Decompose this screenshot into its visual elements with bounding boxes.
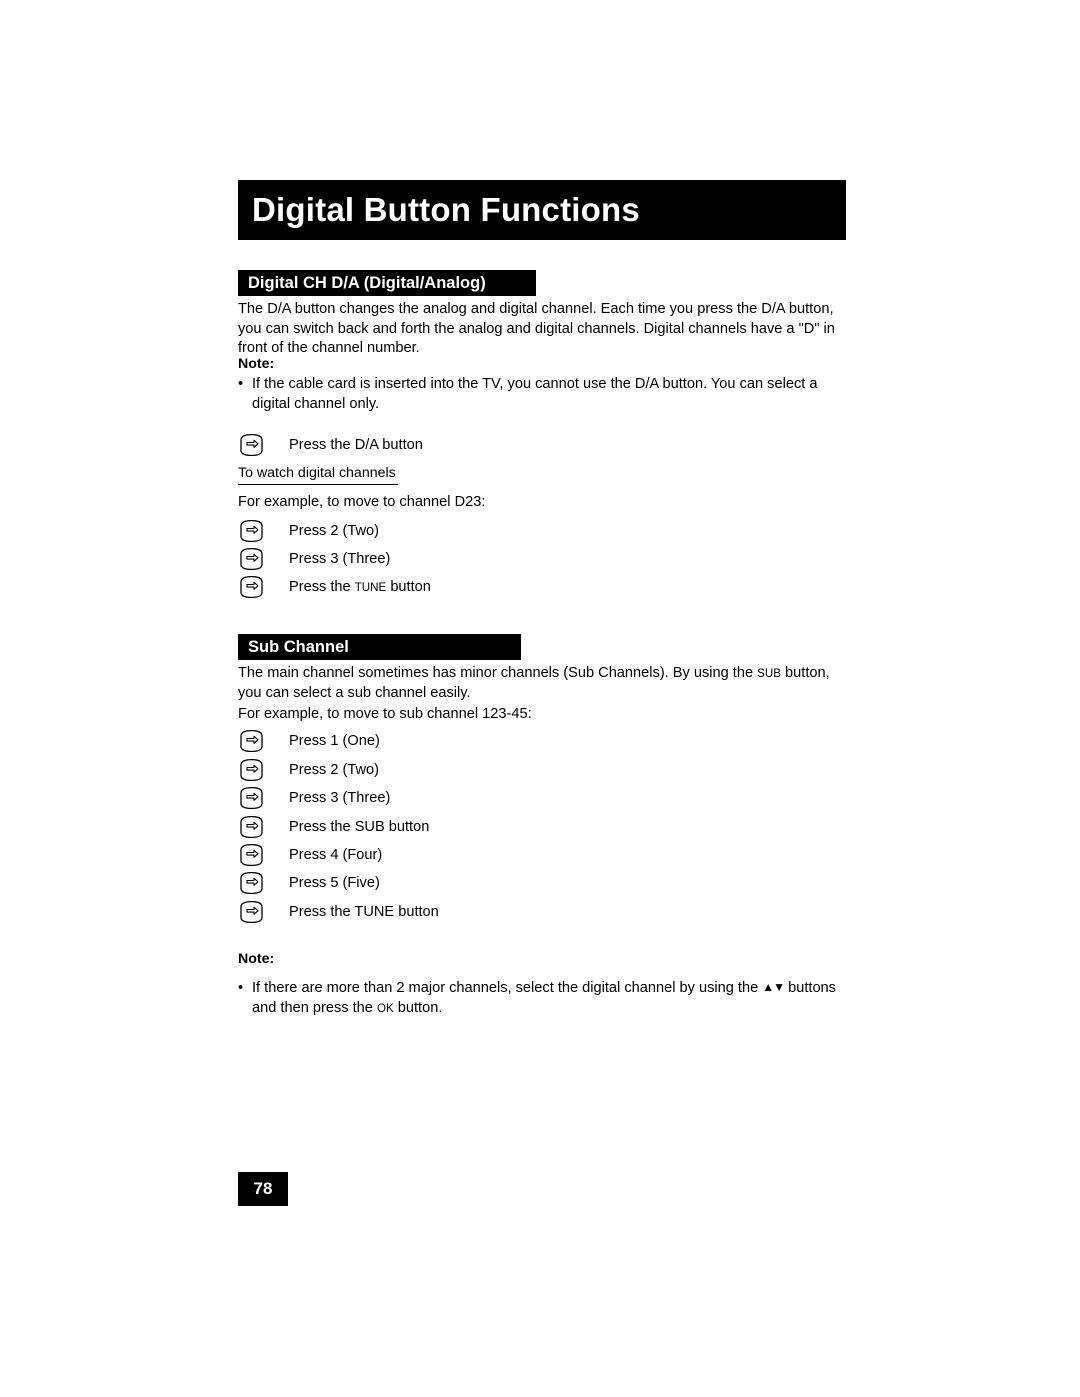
step-row-sub-button-label: Press the SUB button [289, 819, 430, 835]
bullet-dot-icon: • [238, 376, 244, 392]
to-watch-digital-channels-label: To watch digital channels [238, 465, 398, 485]
note-label-1: Note: [238, 356, 275, 372]
step-row-sub-tune: Press the TUNE button [238, 899, 439, 925]
note-bullet-2: • If there are more than 2 major channel… [238, 979, 858, 1018]
step-row-sub-tune-label: Press the TUNE button [289, 904, 439, 920]
note-label-2: Note: [238, 951, 275, 967]
step-row-tune: Press the TUNE button [238, 574, 431, 600]
sub-channel-paragraph-pre: The main channel sometimes has minor cha… [238, 665, 758, 681]
step-row-sub-4: Press 4 (Four) [238, 842, 382, 868]
digital-ch-paragraph: The D/A button changes the analog and di… [238, 301, 835, 356]
step-row-2: Press 2 (Two) [238, 518, 379, 544]
page-title-bar: Digital Button Functions [238, 180, 846, 240]
step-row-3-label: Press 3 (Three) [289, 551, 391, 567]
note-bullet-1-text: If the cable card is inserted into the T… [252, 376, 818, 412]
step-row-sub-button: Press the SUB button [238, 814, 429, 840]
note-bullet-2-text: If there are more than 2 major channels,… [252, 979, 858, 1018]
note-bullet-1: • If the cable card is inserted into the… [238, 375, 838, 414]
example-text-2: For example, to move to sub channel 123-… [238, 706, 532, 722]
bullet-dot-icon: • [238, 980, 244, 996]
remote-key-icon [238, 433, 265, 457]
up-down-arrow-icon: ▲▼ [762, 980, 785, 994]
step-row-da-label: Press the D/A button [289, 437, 423, 453]
step-row-da: Press the D/A button [238, 432, 423, 458]
page-number: 78 [238, 1172, 288, 1206]
step-row-sub-2-label: Press 2 (Two) [289, 762, 380, 778]
step-row-tune-smallcap: TUNE [354, 581, 387, 594]
remote-key-icon [238, 786, 265, 810]
step-row-3: Press 3 (Three) [238, 546, 390, 572]
step-row-sub-4-label: Press 4 (Four) [289, 847, 383, 863]
step-row-tune-label: Press the TUNE button [289, 579, 431, 595]
sub-channel-paragraph: The main channel sometimes has minor cha… [238, 664, 838, 703]
step-row-sub-1-label: Press 1 (One) [289, 733, 380, 749]
step-row-sub-3-label: Press 3 (Three) [289, 790, 391, 806]
section-heading-digital-ch: Digital CH D/A (Digital/Analog) [238, 270, 536, 296]
step-row-sub-5: Press 5 (Five) [238, 870, 380, 896]
step-row-sub-3: Press 3 (Three) [238, 785, 390, 811]
remote-key-icon [238, 815, 265, 839]
step-row-tune-pre: Press the [289, 579, 355, 595]
step-row-sub-2: Press 2 (Two) [238, 757, 379, 783]
note-bullet-2-pre: If there are more than 2 major channels,… [252, 980, 763, 996]
remote-key-icon [238, 547, 265, 571]
remote-key-icon [238, 519, 265, 543]
page-title: Digital Button Functions [252, 191, 640, 228]
remote-key-icon [238, 871, 265, 895]
document-page: Digital Button Functions Digital CH D/A … [0, 0, 1080, 1397]
example-text-1: For example, to move to channel D23: [238, 494, 486, 510]
step-row-2-label: Press 2 (Two) [289, 523, 380, 539]
remote-key-icon [238, 758, 265, 782]
section-heading-sub-channel-label: Sub Channel [248, 637, 349, 656]
sub-channel-paragraph-smallcap: SUB [757, 667, 781, 680]
remote-key-icon [238, 575, 265, 599]
remote-key-icon [238, 900, 265, 924]
step-row-sub-1: Press 1 (One) [238, 728, 380, 754]
step-row-sub-5-label: Press 5 (Five) [289, 875, 380, 891]
section-heading-digital-ch-label: Digital CH D/A (Digital/Analog) [248, 273, 486, 292]
remote-key-icon [238, 729, 265, 753]
step-row-tune-post: button [386, 579, 431, 595]
remote-key-icon [238, 843, 265, 867]
note-bullet-2-post: button. [393, 999, 443, 1016]
section-heading-sub-channel: Sub Channel [238, 634, 521, 660]
note-bullet-2-smallcap: OK [376, 1001, 394, 1015]
